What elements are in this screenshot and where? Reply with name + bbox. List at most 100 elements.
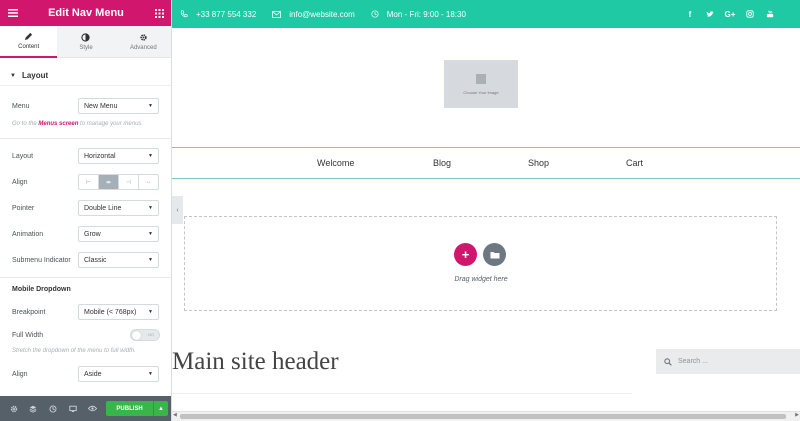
search-placeholder: Search ... (678, 358, 708, 365)
history-button[interactable] (43, 396, 63, 421)
topbar-phone: +33 877 554 332 (180, 10, 256, 19)
breakpoint-select[interactable]: Mobile (< 768px) ▼ (78, 304, 159, 320)
youtube-icon[interactable] (760, 10, 780, 18)
topbar-hours: Mon - Fri: 9:00 - 18:30 (371, 10, 466, 19)
empty-section-dropzone[interactable] (184, 216, 777, 311)
align-center-button[interactable]: ⇹ (99, 175, 119, 189)
gear-icon (140, 33, 147, 41)
tab-style-label: Style (79, 44, 93, 51)
preview-canvas: +33 877 554 332 info@website.com Mon - F… (172, 0, 800, 421)
layout-label: Layout (12, 152, 34, 160)
phone-icon (180, 10, 188, 18)
full-width-note: Stretch the dropdown of the menu to full… (12, 348, 136, 354)
image-icon (476, 73, 486, 84)
divider (0, 138, 171, 139)
editor-root: Edit Nav Menu Content Style Advanced ▼ L… (0, 0, 800, 421)
publish-button[interactable]: PUBLISH (106, 401, 153, 416)
chevron-down-icon: ▼ (148, 257, 153, 263)
nav-item-shop[interactable]: Shop (528, 158, 549, 168)
dropdown-align-label: Align (12, 370, 28, 378)
animation-select-value: Grow (84, 230, 101, 238)
full-width-label: Full Width (12, 331, 44, 339)
align-justify-button[interactable]: ↔ (139, 175, 158, 189)
animation-label: Animation (12, 230, 44, 238)
scroll-right-icon[interactable]: ▶ (795, 412, 799, 418)
nav-item-blog[interactable]: Blog (433, 158, 451, 168)
tab-content[interactable]: Content (0, 26, 58, 58)
divider (0, 277, 171, 278)
image-placeholder[interactable]: Choose Your Image (444, 60, 518, 108)
submenu-indicator-control: Submenu Indicator Classic ▼ (12, 251, 160, 269)
drag-widget-hint: Drag widget here (454, 276, 508, 283)
dropdown-align-control: Align Aside ▼ (12, 365, 160, 383)
layout-select[interactable]: Horizontal ▼ (78, 148, 159, 164)
menu-select[interactable]: New Menu ▼ (78, 98, 159, 114)
gear-icon (10, 405, 18, 412)
eye-icon (87, 405, 97, 412)
menus-screen-link[interactable]: Menus screen (38, 121, 78, 127)
chevron-down-icon: ▼ (148, 153, 153, 159)
tab-advanced[interactable]: Advanced (114, 26, 171, 58)
animation-select[interactable]: Grow ▼ (78, 226, 159, 242)
chevron-down-icon: ▼ (148, 103, 153, 109)
responsive-mode-button[interactable] (63, 396, 83, 421)
tab-style[interactable]: Style (57, 26, 115, 58)
panel-tabs: Content Style Advanced (0, 26, 171, 58)
align-label: Align (12, 178, 28, 186)
social-icons: f G+ (680, 0, 780, 28)
tab-advanced-label: Advanced (129, 44, 157, 51)
chevron-down-icon: ▼ (148, 231, 153, 237)
breakpoint-select-value: Mobile (< 768px) (84, 308, 137, 316)
layout-control: Layout Horizontal ▼ (12, 147, 160, 165)
align-right-button[interactable]: ⊣ (119, 175, 139, 189)
navigator-button[interactable] (24, 396, 44, 421)
scroll-left-icon[interactable]: ◀ (173, 412, 177, 418)
submenu-indicator-select-value: Classic (84, 256, 107, 264)
panel-title: Edit Nav Menu (48, 7, 124, 19)
pointer-select-value: Double Line (84, 204, 122, 212)
mobile-dropdown-heading: Mobile Dropdown (12, 286, 71, 293)
contrast-icon (81, 32, 91, 42)
pointer-control: Pointer Double Line ▼ (12, 199, 160, 217)
chevron-down-icon: ▼ (148, 371, 153, 377)
menus-note-prefix: Go to the (12, 121, 39, 127)
scrollbar-thumb[interactable] (180, 414, 786, 419)
nav-item-cart[interactable]: Cart (626, 158, 643, 168)
publish-options-caret-icon[interactable]: ▲ (152, 401, 168, 416)
caret-down-icon: ▼ (10, 72, 16, 79)
pencil-icon (25, 32, 33, 41)
facebook-icon[interactable]: f (680, 10, 700, 19)
widgets-grid-icon[interactable] (146, 0, 171, 26)
pointer-label: Pointer (12, 204, 35, 212)
image-placeholder-label: Choose Your Image (463, 89, 499, 95)
hamburger-menu-icon[interactable] (0, 0, 26, 26)
align-left-button[interactable]: ⊢ (79, 175, 99, 189)
layers-icon (30, 405, 37, 413)
instagram-icon[interactable] (740, 10, 760, 18)
nav-item-welcome[interactable]: Welcome (317, 158, 354, 168)
google-plus-icon[interactable]: G+ (720, 10, 740, 19)
clock-icon (371, 10, 379, 18)
search-box[interactable]: Search ... (656, 349, 800, 374)
collapse-panel-toggle[interactable]: ‹ (172, 196, 183, 224)
toggle-state-text: NO (148, 332, 154, 337)
site-topbar: +33 877 554 332 info@website.com Mon - F… (172, 0, 800, 28)
breakpoint-label: Breakpoint (12, 308, 46, 316)
panel-body: ▼ Layout Menu New Menu ▼ Go to the Menus… (0, 58, 171, 396)
add-template-button[interactable] (483, 243, 506, 266)
panel-header: Edit Nav Menu (0, 0, 171, 26)
envelope-icon (272, 10, 282, 18)
chevron-down-icon: ▼ (148, 309, 153, 315)
dropdown-align-select[interactable]: Aside ▼ (78, 366, 159, 382)
twitter-icon[interactable] (700, 10, 720, 18)
horizontal-scrollbar[interactable]: ◀ ▶ (172, 411, 800, 421)
topbar-email-text[interactable]: info@website.com (289, 10, 354, 19)
folder-icon (490, 251, 499, 258)
add-section-button[interactable]: + (454, 243, 477, 266)
preview-button[interactable] (83, 396, 103, 421)
full-width-toggle[interactable]: NO (130, 329, 160, 341)
settings-button[interactable] (4, 396, 24, 421)
pointer-select[interactable]: Double Line ▼ (78, 200, 159, 216)
layout-section-toggle[interactable]: ▼ Layout (0, 66, 171, 86)
submenu-indicator-select[interactable]: Classic ▼ (78, 252, 159, 268)
